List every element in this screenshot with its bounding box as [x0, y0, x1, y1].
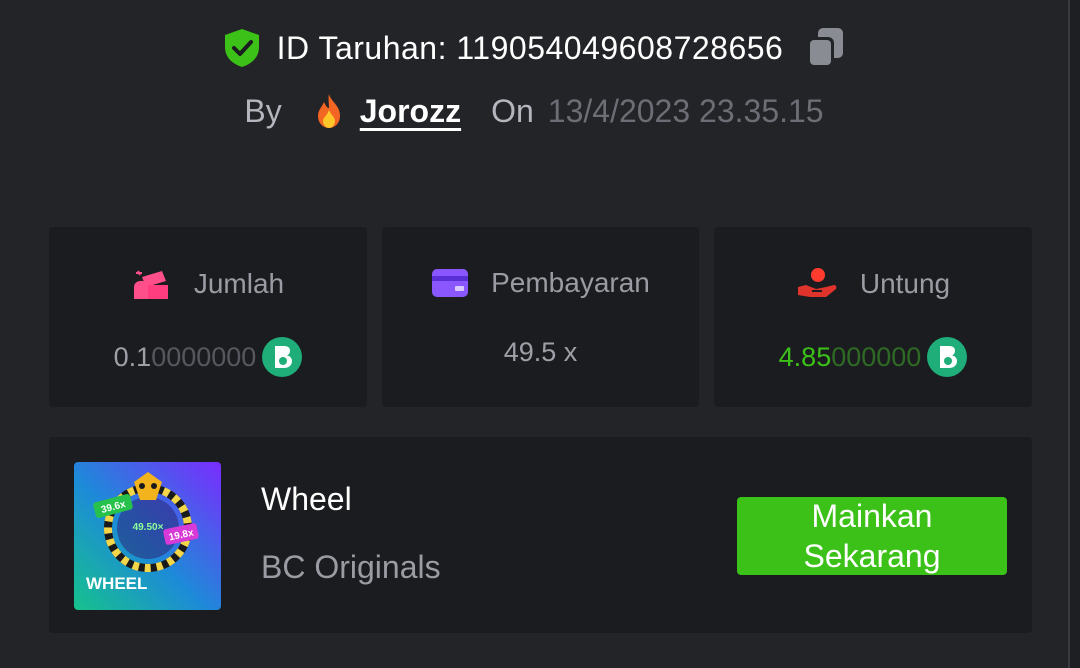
hand-coin-icon	[797, 268, 837, 297]
amount-value-decimals: 0000000	[151, 341, 257, 372]
bet-meta-row: By Jorozz On 13/4/2023 23.35.15	[0, 92, 1068, 130]
amount-value: 0.1	[113, 341, 152, 372]
copy-icon[interactable]	[805, 26, 845, 70]
play-now-label: Mainkan Sekarang	[803, 498, 941, 574]
card-icon	[432, 269, 469, 297]
by-label: By	[244, 92, 282, 129]
bc-coin-icon	[927, 337, 968, 377]
payout-card: Pembayaran 49.5 x	[382, 227, 699, 407]
profit-card: Untung 4.85 000000	[714, 227, 1032, 407]
username: Jorozz	[359, 92, 462, 129]
amount-label: Jumlah	[193, 268, 285, 299]
bc-coin-icon	[262, 337, 303, 377]
profit-label: Untung	[859, 268, 951, 299]
fire-icon	[317, 94, 340, 128]
wheel-game-image: 39.6x 49.50× 19.8x WHEEL	[74, 462, 221, 610]
scrollbar-line	[1068, 0, 1070, 668]
bag-icon	[133, 270, 168, 299]
thumb-badge-2: 49.50×	[133, 522, 164, 533]
bet-id-row: ID Taruhan: 119054049608728656	[0, 26, 1068, 70]
shield-check-icon	[224, 29, 259, 67]
game-title[interactable]: Wheel	[261, 481, 352, 518]
game-provider: BC Originals	[261, 549, 441, 585]
game-thumbnail[interactable]: 39.6x 49.50× 19.8x WHEEL	[74, 462, 221, 610]
bet-id: ID Taruhan: 119054049608728656	[276, 29, 784, 66]
username-link[interactable]: Jorozz	[312, 92, 461, 130]
profit-value: 4.85	[778, 341, 832, 372]
thumb-title: WHEEL	[86, 574, 147, 593]
profit-value-decimals: 000000	[831, 341, 922, 372]
bet-datetime: 13/4/2023 23.35.15	[547, 92, 824, 129]
on-label: On	[491, 92, 534, 129]
play-now-button[interactable]: Mainkan Sekarang	[737, 497, 1007, 575]
amount-card: Jumlah 0.1 0000000	[49, 227, 367, 407]
game-panel: 39.6x 49.50× 19.8x WHEEL Wheel BC Origin…	[49, 437, 1032, 633]
payout-label: Pembayaran	[491, 267, 650, 298]
payout-value: 49.5 x	[503, 337, 578, 367]
